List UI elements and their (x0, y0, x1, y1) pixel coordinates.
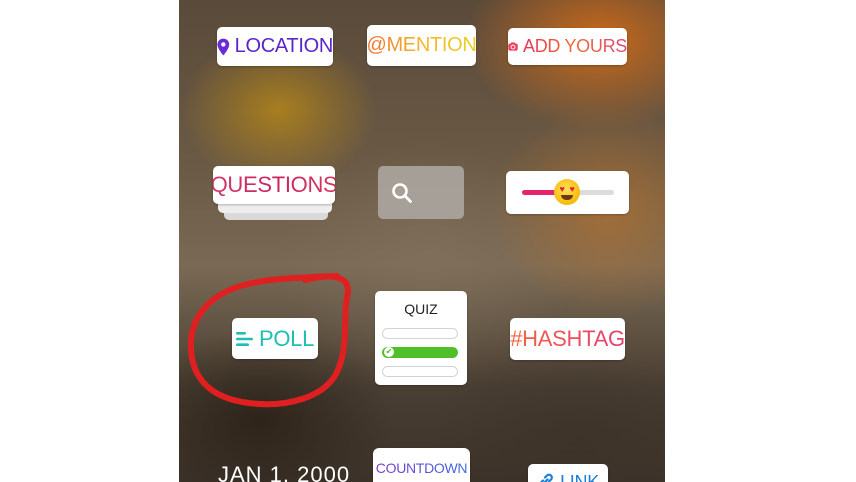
quiz-title: QUIZ (404, 301, 438, 317)
poll-lines-icon (235, 331, 253, 346)
quiz-sticker[interactable]: QUIZ ✔ (375, 291, 467, 385)
quiz-option (382, 328, 458, 339)
hashtag-sticker[interactable]: #HASHTAG (510, 318, 625, 360)
search-icon (392, 183, 412, 203)
quiz-option-correct: ✔ (382, 347, 458, 358)
location-label: LOCATION (234, 35, 333, 57)
camera-icon (508, 42, 518, 51)
countdown-sticker[interactable]: COUNTDOWN (373, 448, 470, 482)
mention-label: @MENTION (367, 34, 476, 56)
emoji-slider-sticker[interactable]: ♥ ♥ (506, 171, 629, 214)
questions-label: QUESTIONS (213, 172, 335, 198)
quiz-option (382, 366, 458, 377)
link-label: LINK (560, 472, 599, 482)
heart-eyes-emoji-icon: ♥ ♥ (554, 179, 580, 205)
add-yours-label: ADD YOURS (523, 36, 627, 56)
questions-sticker[interactable]: QUESTIONS (213, 166, 335, 204)
link-sticker[interactable]: LINK (528, 464, 608, 482)
date-sticker[interactable]: JAN 1, 2000 (218, 462, 350, 482)
poll-label: POLL (258, 325, 315, 351)
countdown-label: COUNTDOWN (375, 460, 468, 476)
map-pin-icon (217, 38, 230, 55)
check-icon: ✔ (384, 347, 394, 357)
add-yours-sticker[interactable]: ADD YOURS (508, 28, 627, 65)
link-icon (540, 473, 553, 482)
mention-sticker[interactable]: @MENTION (367, 25, 476, 66)
poll-sticker[interactable]: POLL (232, 318, 318, 359)
location-sticker[interactable]: LOCATION (217, 27, 333, 66)
search-sticker-button[interactable] (378, 166, 464, 219)
hashtag-label: #HASHTAG (510, 326, 625, 351)
sticker-tray: LOCATION @MENTION ADD YOURS QUESTIONS ♥ … (179, 0, 665, 482)
